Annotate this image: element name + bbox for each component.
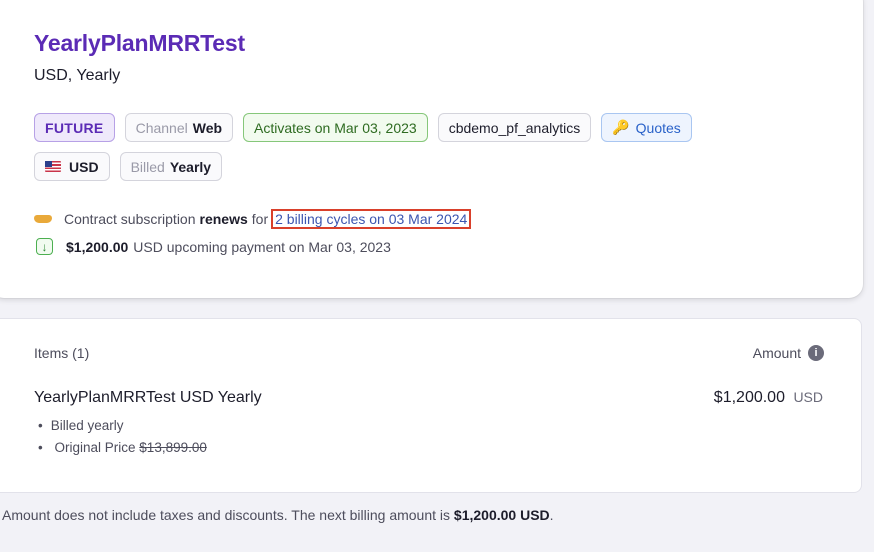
- renewal-bold: renews: [199, 211, 248, 227]
- billing-detail: Billed yearly: [50, 418, 124, 433]
- renewal-cycles-highlight: 2 billing cycles on 03 Mar 2024: [271, 209, 472, 229]
- billed-label: Billed: [130, 158, 165, 175]
- item-name: YearlyPlanMRRTest USD Yearly: [34, 389, 262, 406]
- footer-end: .: [549, 507, 554, 523]
- us-flag-icon: [45, 161, 61, 172]
- download-arrow-icon: ↓: [36, 238, 53, 255]
- channel-value: Web: [192, 119, 223, 136]
- quotes-label: Quotes: [635, 119, 681, 136]
- billed-value: Yearly: [169, 158, 212, 175]
- billing-period-tag: Billed Yearly: [119, 152, 223, 181]
- key-icon: 🔑: [612, 119, 630, 135]
- tag-row-2: USD Billed Yearly: [34, 152, 854, 181]
- amount-header-label: Amount: [752, 345, 801, 361]
- footer-note: Amount does not include taxes and discou…: [2, 507, 554, 523]
- renewal-prefix: Contract subscription: [64, 211, 196, 227]
- payment-amount: $1,200.00: [66, 238, 129, 255]
- quotes-tag[interactable]: 🔑 Quotes: [601, 113, 692, 142]
- plan-subtitle: USD, Yearly: [34, 67, 121, 84]
- currency-value: USD: [69, 158, 99, 175]
- info-icon[interactable]: i: [808, 345, 824, 361]
- footer-text: Amount does not include taxes and discou…: [2, 507, 451, 523]
- tag-list: FUTURE Channel Web Activates on Mar 03, …: [34, 113, 854, 191]
- status-badge: FUTURE: [34, 113, 115, 142]
- tag-row-1: FUTURE Channel Web Activates on Mar 03, …: [34, 113, 854, 142]
- footer-amount: $1,200.00 USD: [453, 507, 550, 523]
- renewal-info: Contract subscription renews for 2 billi…: [34, 209, 472, 229]
- item-details: Billed yearly Original Price $13,899.00: [38, 418, 207, 462]
- plan-title: YearlyPlanMRRTest: [34, 30, 245, 56]
- renewal-for: for: [251, 211, 269, 227]
- list-item: Billed yearly: [38, 418, 207, 433]
- channel-label: Channel: [135, 119, 188, 136]
- original-price-value: $13,899.00: [139, 440, 207, 455]
- item-price: $1,200.00 USD: [714, 389, 823, 407]
- list-item: Original Price $13,899.00: [38, 440, 207, 455]
- channel-tag: Channel Web: [124, 113, 234, 142]
- activation-date-tag: Activates on Mar 03, 2023: [243, 113, 428, 142]
- items-header: Items (1): [34, 345, 90, 361]
- item-price-value: $1,200.00: [713, 389, 785, 406]
- handshake-icon: [34, 213, 52, 225]
- item-price-currency: USD: [793, 389, 823, 405]
- currency-tag: USD: [34, 152, 110, 181]
- payment-text: USD upcoming payment on Mar 03, 2023: [133, 238, 391, 255]
- original-price-label: Original Price: [54, 440, 136, 455]
- amount-header: Amount i: [753, 345, 824, 361]
- site-tag: cbdemo_pf_analytics: [437, 113, 592, 142]
- upcoming-payment: ↓ $1,200.00 USD upcoming payment on Mar …: [36, 238, 391, 255]
